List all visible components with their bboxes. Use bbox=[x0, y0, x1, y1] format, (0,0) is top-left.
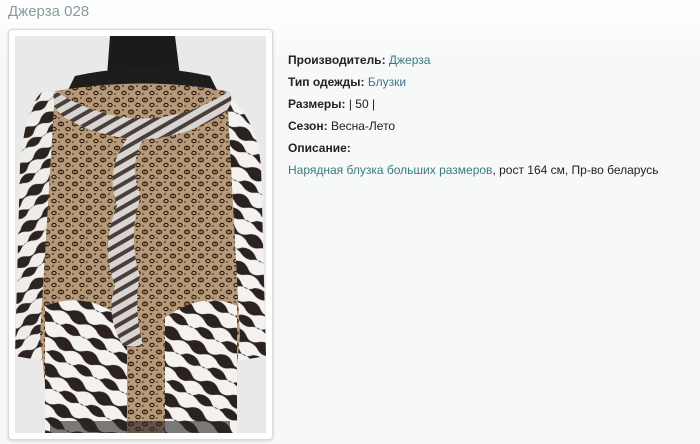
manufacturer-link[interactable]: Джерза bbox=[389, 53, 431, 67]
manufacturer-label: Производитель: bbox=[288, 53, 386, 67]
description-label: Описание: bbox=[288, 141, 351, 155]
description-label-row: Описание: bbox=[288, 137, 658, 159]
description-text: , рост 164 см, Пр-во беларусь bbox=[492, 163, 659, 177]
clothing-type-label: Тип одежды: bbox=[288, 75, 365, 89]
clothing-type-row: Тип одежды: Блузки bbox=[288, 71, 658, 93]
sizes-label: Размеры: bbox=[288, 97, 346, 111]
description-link[interactable]: Нарядная блузка больших размеров bbox=[288, 163, 492, 177]
season-row: Сезон: Весна-Лето bbox=[288, 115, 658, 137]
sizes-value: | 50 | bbox=[348, 97, 376, 111]
clothing-type-link[interactable]: Блузки bbox=[368, 75, 406, 89]
season-label: Сезон: bbox=[288, 119, 328, 133]
product-details: Производитель: Джерза Тип одежды: Блузки… bbox=[288, 49, 658, 181]
product-title-link[interactable]: Джерза 028 bbox=[8, 3, 89, 20]
product-photo-frame[interactable] bbox=[8, 29, 273, 440]
season-value: Весна-Лето bbox=[330, 119, 396, 133]
sizes-row: Размеры: | 50 | bbox=[288, 93, 658, 115]
description-row: Нарядная блузка больших размеров, рост 1… bbox=[288, 159, 658, 181]
manufacturer-row: Производитель: Джерза bbox=[288, 49, 658, 71]
blouse-photo-icon bbox=[15, 36, 266, 433]
